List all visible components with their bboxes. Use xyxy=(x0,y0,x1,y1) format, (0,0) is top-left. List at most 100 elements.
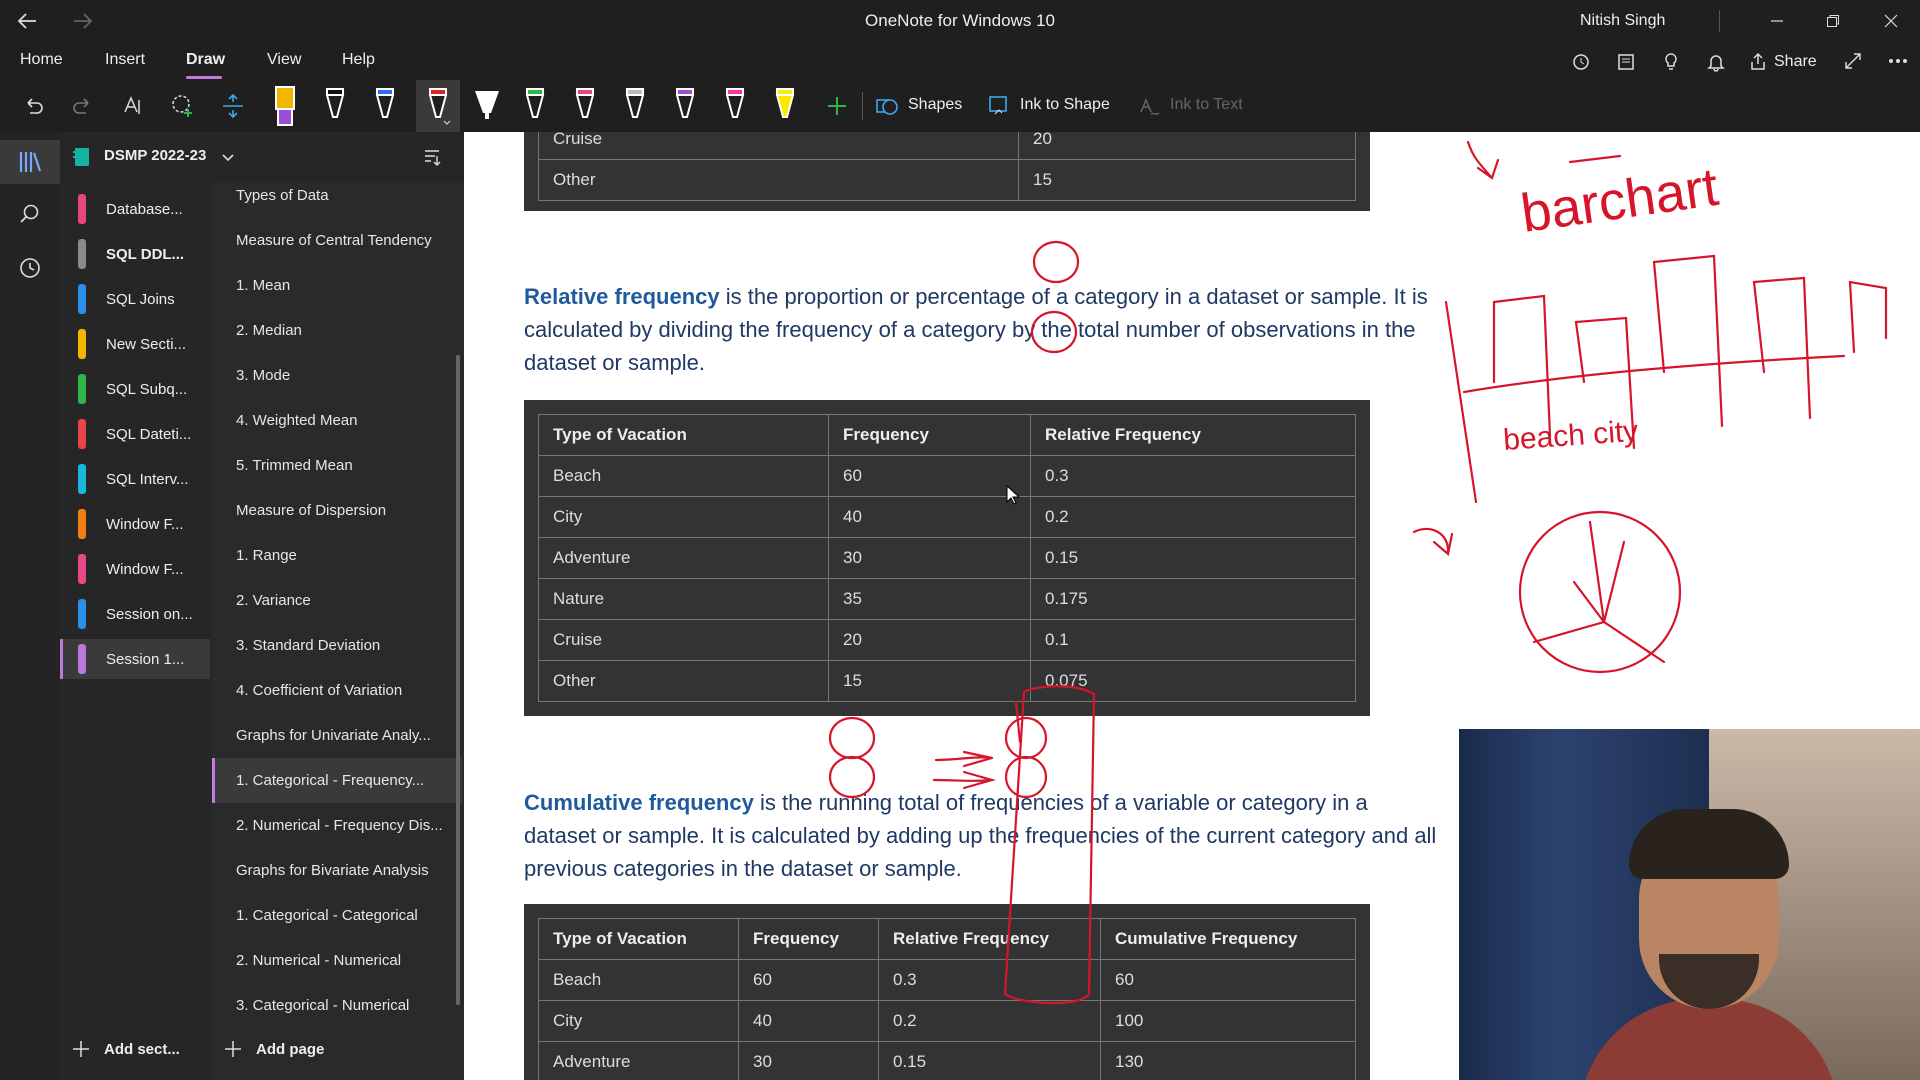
close-icon[interactable] xyxy=(1866,0,1916,42)
page-item[interactable]: 2. Numerical - Frequency Dis... xyxy=(212,803,462,848)
share-button[interactable]: Share xyxy=(1748,49,1817,75)
table-cell: Beach xyxy=(538,455,829,497)
add-pen-icon[interactable] xyxy=(820,80,854,132)
section-item[interactable]: Window F... xyxy=(60,504,210,544)
more-options-icon[interactable] xyxy=(1873,42,1920,80)
page-item[interactable]: 5. Trimmed Mean xyxy=(212,443,462,488)
page-item[interactable]: Measure of Central Tendency xyxy=(212,218,462,263)
purple-pen-icon[interactable] xyxy=(670,80,700,132)
bell-icon[interactable] xyxy=(1693,49,1738,75)
table-row: Other 15 xyxy=(538,159,1356,201)
page-item[interactable]: 4. Weighted Mean xyxy=(212,398,462,443)
ink-circle xyxy=(1032,240,1080,284)
ink-axis xyxy=(1444,300,1846,504)
immersive-reader-icon[interactable] xyxy=(1603,49,1648,75)
galaxy-pen-icon[interactable] xyxy=(620,80,650,132)
ink-to-shape-button[interactable]: Ink to Shape xyxy=(1020,96,1110,114)
section-item[interactable]: SQL Interv... xyxy=(60,459,210,499)
add-page-button[interactable]: Add page xyxy=(224,1040,324,1058)
user-name[interactable]: Nitish Singh xyxy=(1580,12,1665,30)
pages-scrollbar[interactable] xyxy=(456,355,460,1005)
select-text-icon[interactable] xyxy=(116,80,150,132)
section-item[interactable]: SQL DDL... xyxy=(60,234,210,274)
white-highlighter-icon[interactable] xyxy=(470,80,504,132)
tab-home[interactable]: Home xyxy=(20,51,63,69)
page-item[interactable]: Graphs for Univariate Analy... xyxy=(212,713,462,758)
green-pen-icon[interactable] xyxy=(520,80,550,132)
ink-pie-slices xyxy=(1532,520,1666,664)
section-item[interactable]: Database... xyxy=(60,189,210,229)
magenta-pen-icon[interactable] xyxy=(720,80,750,132)
page-item[interactable]: 2. Variance xyxy=(212,578,462,623)
yellow-highlighter-icon[interactable] xyxy=(770,80,800,132)
page-item[interactable]: 3. Standard Deviation xyxy=(212,623,462,668)
restore-icon[interactable] xyxy=(1808,0,1858,42)
page-item[interactable]: 1. Categorical - Categorical xyxy=(212,893,462,938)
table-row: Cruise 20 xyxy=(538,132,1356,160)
table-cell: 0.175 xyxy=(1030,578,1356,620)
sync-icon[interactable] xyxy=(1558,49,1603,75)
notebooks-icon[interactable] xyxy=(0,140,60,184)
ink-to-text-icon[interactable] xyxy=(1134,80,1164,132)
ink-to-text-button[interactable]: Ink to Text xyxy=(1170,96,1243,114)
table-header: Relative Frequency xyxy=(1030,414,1356,456)
section-label: New Secti... xyxy=(106,335,187,353)
ink-to-shape-icon[interactable] xyxy=(984,80,1014,132)
page-item[interactable]: Graphs for Bivariate Analysis xyxy=(212,848,462,893)
table-cell: 0.15 xyxy=(878,1041,1101,1080)
table-row: Cruise 20 0.1 xyxy=(538,619,1356,661)
section-item[interactable]: SQL Dateti... xyxy=(60,414,210,454)
section-item[interactable]: Window F... xyxy=(60,549,210,589)
add-page-label: Add page xyxy=(256,1040,325,1058)
add-section-button[interactable]: Add sect... xyxy=(72,1040,180,1058)
tab-view[interactable]: View xyxy=(267,51,301,69)
section-item-selected[interactable]: Session 1... xyxy=(60,639,210,679)
table-row: Nature 35 0.175 xyxy=(538,578,1356,620)
notebook-name[interactable]: DSMP 2022-23 xyxy=(104,147,206,164)
lasso-select-icon[interactable] xyxy=(166,80,200,132)
page-item[interactable]: 4. Coefficient of Variation xyxy=(212,668,462,713)
tab-draw[interactable]: Draw xyxy=(186,51,225,69)
sort-icon[interactable] xyxy=(422,148,442,166)
blue-pen-icon[interactable] xyxy=(370,80,400,132)
page-item[interactable]: 2. Numerical - Numerical xyxy=(212,938,462,983)
table-cell: City xyxy=(538,496,829,538)
search-icon[interactable] xyxy=(0,192,60,236)
chevron-down-icon[interactable] xyxy=(222,154,234,162)
table-cell: 60 xyxy=(1100,959,1356,1001)
table-cell: 0.2 xyxy=(1030,496,1356,538)
table-cell: 0.1 xyxy=(1030,619,1356,661)
tab-insert[interactable]: Insert xyxy=(105,51,145,69)
fullscreen-icon[interactable] xyxy=(1828,42,1878,80)
section-item[interactable]: SQL Subq... xyxy=(60,369,210,409)
page-item[interactable]: 3. Categorical - Numerical xyxy=(212,983,462,1028)
table-header-row: Type of Vacation Frequency Relative Freque… xyxy=(538,918,1356,960)
section-item[interactable]: SQL Joins xyxy=(60,279,210,319)
tab-help[interactable]: Help xyxy=(342,51,375,69)
undo-icon[interactable] xyxy=(16,80,50,132)
table-row: Beach 60 0.3 60 xyxy=(538,959,1356,1001)
shapes-icon[interactable] xyxy=(872,80,902,132)
person-hair xyxy=(1629,809,1789,879)
shapes-button[interactable]: Shapes xyxy=(908,96,962,114)
red-pen-icon[interactable] xyxy=(416,80,460,132)
page-item[interactable]: Measure of Dispersion xyxy=(212,488,462,533)
page-item-selected[interactable]: 1. Categorical - Frequency... xyxy=(212,758,462,803)
section-item[interactable]: Session on... xyxy=(60,594,210,634)
page-item[interactable]: 1. Mean xyxy=(212,263,462,308)
page-item[interactable]: 1. Range xyxy=(212,533,462,578)
add-space-icon[interactable] xyxy=(216,80,250,132)
lightbulb-icon[interactable] xyxy=(1648,49,1693,75)
recent-icon[interactable] xyxy=(0,246,60,290)
minimize-icon[interactable] xyxy=(1752,0,1802,42)
black-pen-icon[interactable] xyxy=(320,80,350,132)
eraser-pen-icon[interactable] xyxy=(270,80,300,132)
section-label: Window F... xyxy=(106,560,184,578)
redo-icon[interactable] xyxy=(66,80,100,132)
page-item[interactable]: 2. Median xyxy=(212,308,462,353)
section-item[interactable]: New Secti... xyxy=(60,324,210,364)
ink-circle xyxy=(828,716,876,760)
pink-pen-icon[interactable] xyxy=(570,80,600,132)
page-item[interactable]: Types of Data xyxy=(212,173,462,218)
page-item[interactable]: 3. Mode xyxy=(212,353,462,398)
